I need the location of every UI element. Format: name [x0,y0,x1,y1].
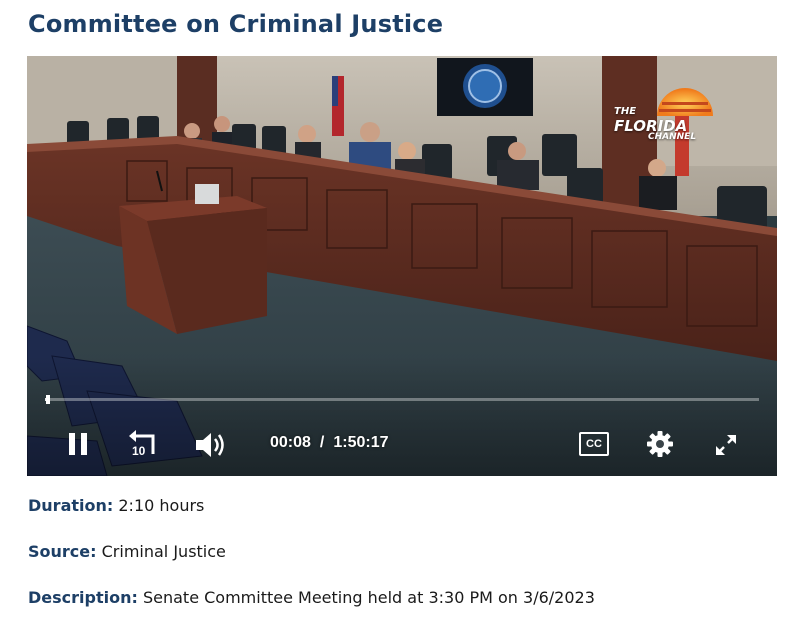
logo-line-3: CHANNEL [648,132,697,142]
description-row: Description: Senate Committee Meeting he… [28,588,595,607]
video-player[interactable]: THE FLORIDA CHANNEL 10 00:08 / 1:50:17 CC [27,56,777,476]
closed-captions-icon: CC [586,438,602,450]
page-title: Committee on Criminal Justice [28,10,444,38]
total-time: 1:50:17 [333,434,389,451]
description-label: Description: [28,588,138,607]
volume-icon[interactable] [193,430,227,460]
progress-handle[interactable] [45,395,50,404]
pause-icon[interactable] [67,430,91,458]
source-row: Source: Criminal Justice [28,542,226,561]
gear-icon[interactable] [646,430,674,458]
channel-logo: THE FLORIDA CHANNEL [612,86,722,146]
closed-captions-button[interactable]: CC [579,432,609,456]
progress-bar[interactable] [45,395,759,404]
current-time: 00:08 [270,434,311,451]
time-separator: / [319,434,325,451]
description-value: Senate Committee Meeting held at 3:30 PM… [142,588,595,607]
source-label: Source: [28,542,97,561]
duration-label: Duration: [28,496,114,515]
fullscreen-icon[interactable] [713,432,739,458]
logo-line-1: THE [614,106,637,117]
time-display: 00:08 / 1:50:17 [270,434,389,452]
duration-value: 2:10 hours [118,496,205,515]
rewind-10-button[interactable]: 10 [127,428,161,462]
source-value: Criminal Justice [101,542,226,561]
duration-row: Duration: 2:10 hours [28,496,204,515]
rewind-seconds-label: 10 [132,444,146,458]
